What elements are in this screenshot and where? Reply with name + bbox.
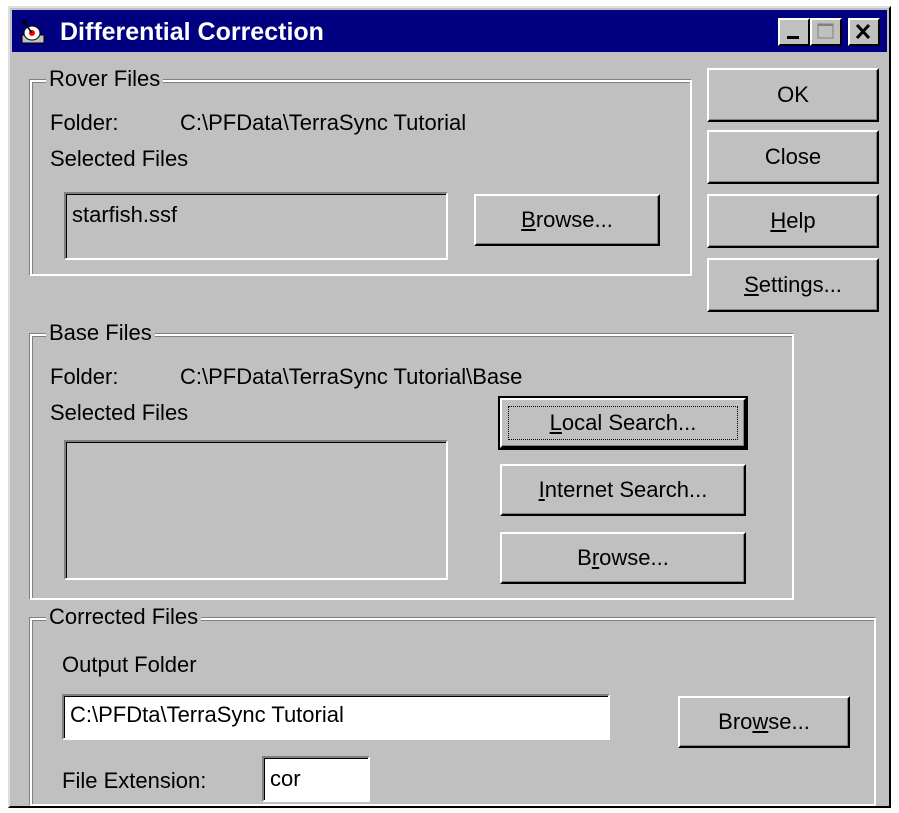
rover-browse-label: rowse... — [535, 207, 613, 232]
corrected-browse-pre: Bro — [718, 709, 753, 734]
rover-files-group: Rover Files Folder: C:\PFData\TerraSync … — [30, 66, 692, 276]
help-button[interactable]: Help — [707, 194, 879, 248]
file-extension-text: xtension: — [118, 768, 207, 793]
base-browse-pre: B — [577, 545, 592, 570]
differential-correction-dialog: Differential Correction Rover Files Fold… — [8, 6, 891, 808]
maximize-button[interactable] — [810, 18, 842, 46]
maximize-icon — [817, 23, 834, 39]
close-dialog-button[interactable]: Close — [707, 130, 879, 184]
title-bar[interactable]: Differential Correction — [12, 10, 887, 52]
base-folder-value: C:\PFData\TerraSync Tutorial\Base — [180, 364, 523, 389]
internet-search-button[interactable]: Internet Search... — [500, 464, 746, 516]
rover-files-legend: Rover Files — [46, 66, 164, 92]
close-button[interactable] — [848, 18, 880, 46]
window-title: Differential Correction — [60, 18, 324, 46]
corrected-browse-mnemonic: w — [752, 709, 769, 734]
corrected-files-legend: Corrected Files — [46, 604, 202, 630]
close-label: Close — [764, 144, 822, 169]
minimize-icon — [787, 36, 799, 39]
minimize-button[interactable] — [778, 18, 810, 46]
file-extension-pre: File — [62, 768, 104, 793]
internet-search-label: nternet Search... — [544, 477, 708, 502]
corrected-files-group: Corrected Files Output Folder C:\PFDta\T… — [30, 604, 876, 806]
rover-browse-button[interactable]: Browse... — [474, 194, 660, 246]
output-folder-mnemonic: O — [62, 652, 80, 677]
output-folder-label: Output Folder — [62, 652, 197, 678]
base-browse-mnemonic: r — [591, 545, 600, 570]
base-files-group: Base Files Folder: C:\PFData\TerraSync T… — [30, 320, 794, 600]
rover-selected-label: Selected Files — [50, 146, 189, 171]
close-icon — [855, 23, 871, 40]
help-mnemonic: H — [770, 208, 787, 233]
settings-mnemonic: S — [744, 272, 759, 297]
base-files-legend: Base Files — [46, 320, 155, 346]
rover-folder-value: C:\PFData\TerraSync Tutorial — [180, 110, 467, 135]
local-search-button[interactable]: Local Search... — [498, 396, 748, 450]
file-extension-input[interactable]: cor — [262, 756, 370, 802]
corrected-browse-button[interactable]: Bro w se... — [678, 696, 850, 748]
satellite-dish-icon — [21, 20, 45, 44]
ok-button[interactable]: OK — [707, 68, 879, 122]
base-browse-button[interactable]: Br owse... — [500, 532, 746, 584]
settings-button[interactable]: Settings... — [707, 258, 879, 312]
file-extension-label: File Extension: — [62, 768, 206, 794]
help-label: elp — [786, 208, 816, 233]
file-extension-mnemonic: E — [103, 768, 119, 793]
rover-browse-mnemonic: B — [521, 207, 536, 232]
rover-files-list[interactable]: starfish.ssf — [64, 192, 448, 260]
base-folder-label: Folder: — [50, 364, 119, 389]
focus-ring — [508, 406, 738, 440]
rover-folder-label: Folder: — [50, 110, 119, 135]
base-browse-label: owse... — [599, 545, 669, 570]
base-files-list[interactable] — [64, 440, 448, 580]
ok-label: OK — [777, 82, 809, 107]
list-item[interactable]: starfish.ssf — [72, 202, 440, 228]
base-selected-label: Selected Files — [50, 400, 189, 425]
settings-label: ettings... — [758, 272, 842, 297]
output-folder-text: utput Folder — [79, 652, 197, 677]
output-folder-input[interactable]: C:\PFDta\TerraSync Tutorial — [62, 694, 610, 740]
corrected-browse-label: se... — [768, 709, 810, 734]
